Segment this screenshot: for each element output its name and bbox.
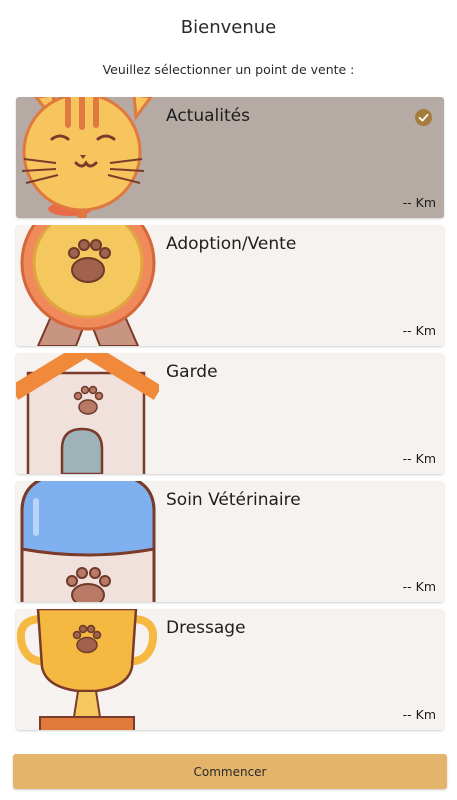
distance-label: -- Km [402, 323, 436, 338]
store-card-label: Garde [166, 362, 218, 382]
paw-medal-icon [16, 225, 159, 346]
store-card-label: Soin Vétérinaire [166, 490, 301, 510]
store-card-label: Dressage [166, 618, 246, 638]
dog-house-icon [16, 353, 159, 474]
store-card-label: Adoption/Vente [166, 234, 297, 254]
store-card-label: Actualités [166, 106, 250, 126]
page-title: Bienvenue [180, 17, 277, 38]
store-card-soin-veterinaire[interactable]: Soin Vétérinaire -- Km [16, 481, 444, 602]
store-card-garde[interactable]: Garde -- Km [16, 353, 444, 474]
store-card-dressage[interactable]: Dressage -- Km [16, 609, 444, 730]
start-button[interactable]: Commencer [13, 754, 447, 789]
cat-icon [16, 97, 159, 218]
page-subtitle: Veuillez sélectionner un point de vente … [102, 62, 355, 77]
store-card-adoption-vente[interactable]: Adoption/Vente -- Km [16, 225, 444, 346]
distance-label: -- Km [402, 195, 436, 210]
check-icon [415, 109, 432, 126]
distance-label: -- Km [402, 451, 436, 466]
distance-label: -- Km [402, 707, 436, 722]
trophy-icon [16, 609, 159, 730]
store-card-actualites[interactable]: Actualités -- Km [16, 97, 444, 218]
vet-bottle-icon [16, 481, 159, 602]
distance-label: -- Km [402, 579, 436, 594]
